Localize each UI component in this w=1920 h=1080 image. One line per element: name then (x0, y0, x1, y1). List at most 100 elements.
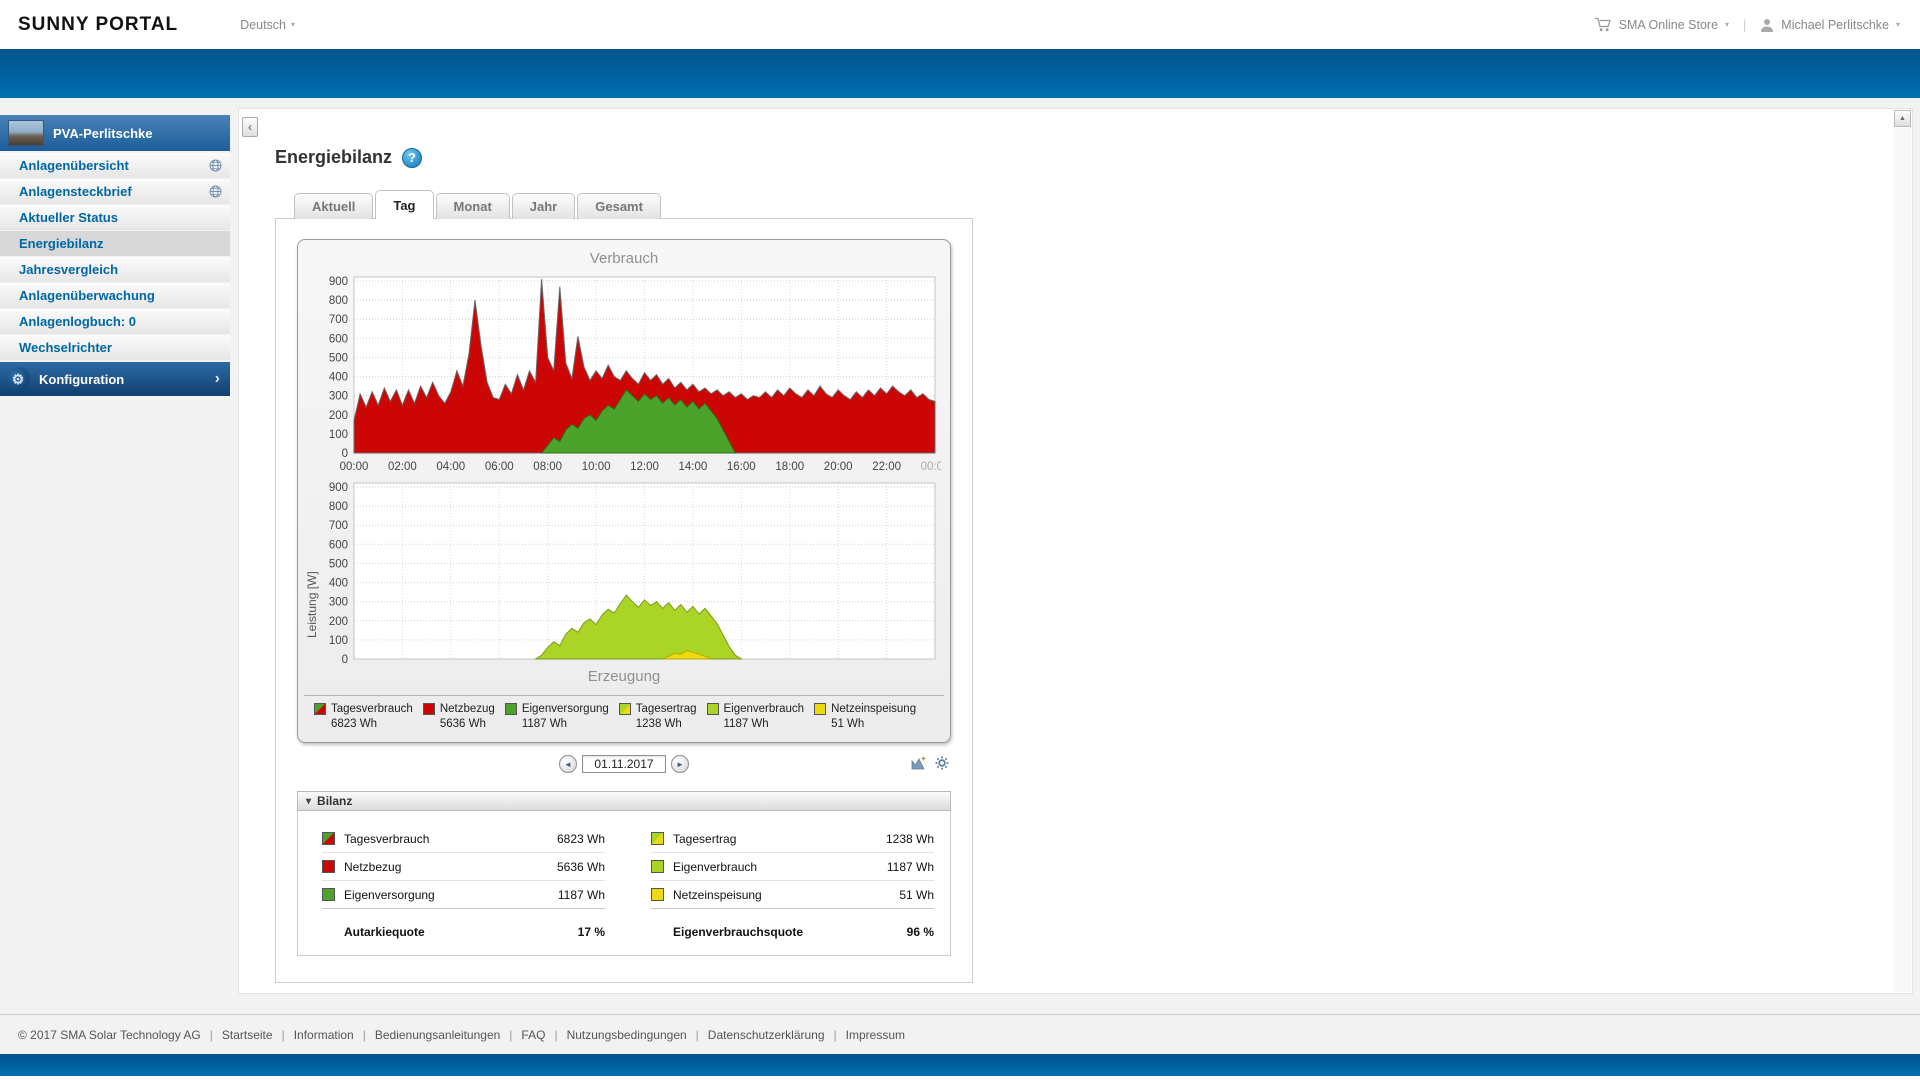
sidebar-item-label: Anlagenübersicht (19, 158, 129, 173)
legend-item-netzeinspeisung: Netzeinspeisung 51 Wh (814, 703, 916, 730)
sidebar-item-label: Anlagensteckbrief (19, 184, 132, 199)
sidebar-item-konfiguration[interactable]: ⚙ Konfiguration › (0, 362, 230, 396)
bilanz-row-eigenverbrauch: Eigenverbrauch 1187 Wh (651, 853, 934, 881)
bilanz-row-tagesverbrauch: Tagesverbrauch 6823 Wh (322, 825, 605, 853)
svg-text:800: 800 (329, 501, 348, 513)
sidebar-item-label: Anlagenüberwachung (19, 288, 155, 303)
sidebar-item-anlagensteckbrief[interactable]: Anlagensteckbrief (0, 179, 230, 204)
svg-text:700: 700 (329, 314, 348, 326)
sidebar-item-wechselrichter[interactable]: Wechselrichter (0, 335, 230, 360)
bilanz-row-label: Netzeinspeisung (673, 887, 762, 902)
footer-link-startseite[interactable]: Startseite (222, 1028, 273, 1042)
scrollbar[interactable]: ▲ (1894, 110, 1911, 992)
legend-item-tagesertrag: Tagesertrag 1238 Wh (618, 703, 697, 730)
svg-text:12:00: 12:00 (630, 461, 659, 473)
sidebar: PVA-Perlitschke Anlagenübersicht Anlagens… (0, 115, 230, 396)
tab-tag[interactable]: Tag (375, 190, 434, 219)
bilanz-row-value: 5636 Wh (556, 859, 605, 874)
bilanz-summary-eigenverbrauchsquote: Eigenverbrauchsquote 96 % (651, 925, 934, 939)
svg-text:200: 200 (329, 616, 348, 628)
bilanz-header[interactable]: ▾ Bilanz (297, 791, 951, 811)
date-navigation: ◄ 01.11.2017 ► (297, 753, 951, 775)
online-store-link[interactable]: SMA Online Store ▾ (1594, 17, 1729, 32)
bilanz-row-label: Eigenverbrauch (673, 859, 758, 874)
bilanz-row-value: 1238 Wh (885, 831, 934, 846)
svg-text:14:00: 14:00 (679, 461, 708, 473)
tab-gesamt[interactable]: Gesamt (577, 193, 661, 219)
prev-day-button[interactable]: ◄ (559, 755, 577, 773)
legend-value: 6823 Wh (331, 718, 378, 730)
chart-settings-icon[interactable] (935, 756, 949, 770)
legend-color-swatch (618, 703, 631, 715)
bilanz-row-eigenversorgung: Eigenversorgung 1187 Wh (322, 881, 605, 909)
legend-label: Netzeinspeisung (831, 703, 917, 715)
sidebar-nav: Anlagenübersicht Anlagensteckbrief Aktuell… (0, 153, 230, 360)
sidebar-item-label: Energiebilanz (19, 236, 104, 251)
bilanz-section: ▾ Bilanz Tagesverbrauch 6823 Wh Netzbezug 5… (297, 791, 951, 956)
sidebar-item-energiebilanz[interactable]: Energiebilanz (0, 231, 230, 256)
sidebar-item-label: Anlagenlogbuch: 0 (19, 314, 136, 329)
legend-color-swatch (504, 703, 517, 715)
svg-text:600: 600 (329, 333, 348, 345)
bilanz-summary-value: 96 % (906, 925, 934, 939)
scrollbar-track[interactable] (1894, 128, 1911, 992)
legend-label: Netzbezug (439, 703, 495, 715)
footer-link-datenschutzerkl-rung[interactable]: Datenschutzerklärung (708, 1028, 825, 1042)
legend-label: Tagesertrag (635, 703, 697, 715)
help-icon[interactable]: ? (402, 147, 423, 168)
scroll-up-icon[interactable]: ▲ (1894, 110, 1911, 127)
sidebar-item-anlagen-bersicht[interactable]: Anlagenübersicht (0, 153, 230, 178)
chart-panel: Verbrauch 0 100 200 300 400 500 600 700 800 900 00… (297, 239, 951, 743)
footer-link-impressum[interactable]: Impressum (846, 1028, 905, 1042)
sidebar-item-anlagen-berwachung[interactable]: Anlagenüberwachung (0, 283, 230, 308)
legend-item-top: Netzbezug (422, 703, 495, 715)
next-day-button[interactable]: ► (671, 755, 689, 773)
bilanz-title: Bilanz (317, 794, 353, 808)
sidebar-plant-header[interactable]: PVA-Perlitschke (0, 115, 230, 151)
language-label: Deutsch (240, 17, 286, 32)
bilanz-body: Tagesverbrauch 6823 Wh Netzbezug 5636 Wh Eig… (297, 811, 951, 956)
svg-text:600: 600 (329, 539, 348, 551)
sidebar-item-aktueller-status[interactable]: Aktueller Status (0, 205, 230, 230)
svg-text:16:00: 16:00 (727, 461, 756, 473)
legend-value: 1187 Wh (723, 718, 769, 730)
legend-color-swatch (706, 703, 719, 715)
bilanz-right-column: Tagesertrag 1238 Wh Eigenverbrauch 1187 Wh N… (651, 825, 934, 939)
plant-name: PVA-Perlitschke (53, 125, 153, 141)
footer-link-nutzungsbedingungen[interactable]: Nutzungsbedingungen (567, 1028, 687, 1042)
content-inner: Energiebilanz ? Aktuell Tag Monat Jahr Gesam… (239, 109, 1912, 993)
verbrauch-chart: 0 100 200 300 400 500 600 700 800 900 00:00 02:00 04… (329, 276, 941, 473)
svg-text:900: 900 (329, 482, 348, 494)
footer-link-information[interactable]: Information (294, 1028, 354, 1042)
user-menu[interactable]: Michael Perlitschke ▾ (1760, 18, 1900, 32)
bilanz-row-value: 1187 Wh (557, 887, 605, 902)
sidebar-collapse-button[interactable]: ‹ (242, 117, 258, 137)
legend-color-swatch (814, 703, 827, 715)
export-chart-icon[interactable] (911, 756, 926, 770)
copyright-text: © 2017 SMA Solar Technology AG (18, 1028, 201, 1042)
online-store-label: SMA Online Store (1618, 17, 1719, 32)
bilanz-summary-autarkiequote: Autarkiequote 17 % (322, 925, 605, 939)
tab-aktuell[interactable]: Aktuell (294, 193, 374, 219)
sidebar-item-jahresvergleich[interactable]: Jahresvergleich (0, 257, 230, 282)
svg-text:18:00: 18:00 (775, 461, 804, 473)
date-input[interactable]: 01.11.2017 (582, 755, 666, 773)
svg-text:900: 900 (329, 276, 348, 288)
legend-item-top: Tagesertrag (618, 703, 697, 715)
legend-item-top: Tagesverbrauch (314, 703, 413, 715)
bilanz-row-netzbezug: Netzbezug 5636 Wh (322, 853, 605, 881)
language-selector[interactable]: Deutsch ▾ (240, 18, 295, 32)
cart-icon (1594, 17, 1612, 32)
footer-link-bedienungsanleitungen[interactable]: Bedienungsanleitungen (375, 1028, 500, 1042)
footer-link-faq[interactable]: FAQ (521, 1028, 545, 1042)
svg-text:04:00: 04:00 (436, 461, 465, 473)
svg-text:500: 500 (329, 558, 348, 570)
tab-jahr[interactable]: Jahr (511, 193, 576, 219)
chart-legend: Tagesverbrauch 6823 Wh Netzbezug 5636 Wh Eig… (304, 695, 944, 738)
footer-separator: | (554, 1028, 558, 1042)
chevron-down-icon: ▾ (291, 20, 296, 29)
sidebar-item-anlagenlogbuch-0[interactable]: Anlagenlogbuch: 0 (0, 309, 230, 334)
chevron-down-icon: ▾ (1725, 20, 1730, 29)
bilanz-color-swatch (322, 860, 335, 873)
tab-monat[interactable]: Monat (435, 193, 510, 219)
